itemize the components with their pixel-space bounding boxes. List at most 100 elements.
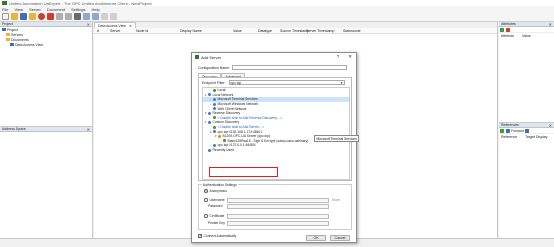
server-node-icon — [208, 120, 211, 124]
address-space-header: Address Space ✕ — [0, 127, 92, 132]
column-header[interactable]: Value — [233, 29, 242, 33]
cancel-button[interactable]: Cancel — [330, 235, 350, 241]
ok-button[interactable]: OK — [306, 235, 326, 241]
close-icon[interactable]: ✕ — [87, 127, 90, 132]
open-project-icon[interactable] — [11, 13, 18, 20]
refresh-icon[interactable] — [500, 128, 504, 133]
copy-icon[interactable] — [83, 13, 90, 20]
server-node-icon — [213, 107, 216, 111]
column-header[interactable]: Server — [110, 29, 120, 33]
data-access-columns: # Server Node Id Display Name Value Data… — [94, 28, 497, 34]
dialog-controls: ? ✕ — [337, 54, 352, 60]
project-icon — [2, 28, 6, 31]
folder-icon — [6, 33, 10, 36]
tooltip: Microsoft Terminal Services — [314, 135, 360, 142]
username-radio[interactable]: Username — [204, 198, 225, 202]
close-icon[interactable]: ✕ — [87, 22, 90, 27]
address-space-title: Address Space — [2, 127, 26, 131]
column-header[interactable]: Datatype — [258, 29, 272, 33]
authentication-settings: Authentication Settings Anonymous Userna… — [198, 182, 352, 230]
column-header[interactable]: # — [97, 29, 99, 33]
config-name-label: Configuration Name — [198, 65, 230, 70]
project-panel-title: Project — [2, 22, 13, 26]
window-title: Unified Automation UaExpert - The OPC Un… — [9, 0, 152, 6]
app-logo-icon — [2, 1, 7, 5]
references-title: References — [501, 123, 519, 127]
menu-view[interactable]: View — [14, 7, 23, 12]
server-node-icon — [223, 139, 226, 143]
paste-icon[interactable] — [92, 13, 99, 20]
anonymous-radio[interactable]: Anonymous — [204, 189, 227, 193]
password-label: Password — [208, 204, 223, 208]
radio-icon — [204, 214, 208, 218]
server-node-icon — [213, 143, 216, 147]
server-tree-label: Recently Used — [212, 148, 234, 153]
connect-icon[interactable] — [56, 13, 63, 20]
username-input[interactable] — [227, 198, 329, 203]
menu-document[interactable]: Document — [47, 7, 65, 12]
private-key-input[interactable] — [227, 221, 329, 226]
save-project-icon[interactable] — [20, 13, 27, 20]
column-header[interactable]: Statuscode — [343, 29, 361, 33]
attributes-columns: Attribute Value — [499, 33, 554, 38]
add-server-dialog: Add Server ? ✕ Configuration Name Discov… — [191, 52, 360, 243]
server-tree-item[interactable]: Recently Used — [203, 148, 349, 153]
store-checkbox-label[interactable]: Store — [332, 198, 340, 202]
column-header[interactable]: Node Id — [136, 29, 148, 33]
server-node-icon — [213, 125, 216, 129]
dialog-titlebar: Add Server — [192, 53, 356, 61]
properties-icon[interactable] — [110, 13, 117, 20]
server-node-icon — [213, 116, 216, 120]
forward-dropdown[interactable]: Forward — [511, 129, 524, 133]
chevron-down-icon: ▾ — [340, 80, 343, 85]
menu-help[interactable]: Help — [92, 7, 100, 12]
certificate-input[interactable] — [227, 214, 329, 219]
close-icon[interactable]: ✕ — [549, 22, 552, 27]
menu-file[interactable]: File — [2, 7, 8, 12]
disconnect-icon[interactable] — [65, 13, 72, 20]
server-node-icon — [213, 102, 216, 106]
help-button[interactable]: ? — [337, 54, 340, 60]
add-server-icon[interactable] — [38, 13, 45, 20]
column-header[interactable]: Server Timestamp — [306, 29, 334, 33]
close-icon[interactable]: ✕ — [549, 123, 552, 128]
password-input[interactable] — [227, 204, 329, 209]
column-header[interactable]: Reference — [501, 135, 517, 139]
attributes-panel: Attributes ✕ Attribute Value — [499, 22, 554, 122]
tree-item-data-access-view[interactable]: Data Access View — [0, 42, 92, 47]
config-name-input[interactable] — [232, 65, 348, 70]
close-tab-icon[interactable]: ✕ — [129, 24, 132, 28]
refresh-icon[interactable] — [500, 27, 504, 32]
server-node-icon — [208, 93, 211, 97]
main-toolbar — [0, 12, 554, 22]
references-columns: Reference Target Display — [499, 134, 554, 139]
column-header[interactable]: Value — [522, 34, 531, 38]
auth-legend: Authentication Settings — [202, 182, 238, 187]
stop-icon[interactable] — [505, 27, 510, 32]
column-header[interactable]: Target Display — [525, 135, 547, 139]
remove-server-icon[interactable] — [47, 13, 54, 20]
filter-icon[interactable] — [505, 128, 510, 133]
cut-icon[interactable] — [74, 13, 81, 20]
server-node-icon — [213, 88, 216, 92]
column-header[interactable]: Attribute — [501, 34, 514, 38]
project-panel: Project ✕ Project Servers Documents Data… — [0, 22, 93, 126]
settings-icon[interactable] — [525, 128, 530, 133]
menu-server[interactable]: Server — [29, 7, 41, 12]
menu-settings[interactable]: Settings — [71, 7, 85, 12]
connect-automatically-checkbox[interactable]: Connect Automatically — [198, 234, 236, 238]
settings-icon[interactable] — [29, 13, 36, 20]
dialog-app-icon — [195, 55, 199, 59]
server-node-icon — [208, 111, 211, 115]
certificate-radio[interactable]: Certificate — [204, 214, 224, 218]
column-header[interactable]: Display Name — [180, 29, 202, 33]
column-header[interactable]: Source Timestamp — [280, 29, 309, 33]
delete-icon[interactable] — [101, 13, 108, 20]
server-node-icon — [208, 148, 211, 152]
dialog-title: Add Server — [201, 54, 222, 60]
new-project-icon[interactable] — [2, 13, 9, 20]
endpoint-filter-select[interactable]: opc.tcp ▾ — [228, 80, 345, 85]
private-key-label: Private Key — [208, 221, 225, 225]
close-button[interactable]: ✕ — [348, 54, 352, 60]
discovery-pane: Endpoint Filter: opc.tcp ▾ Local ▾ Local N… — [198, 77, 360, 181]
